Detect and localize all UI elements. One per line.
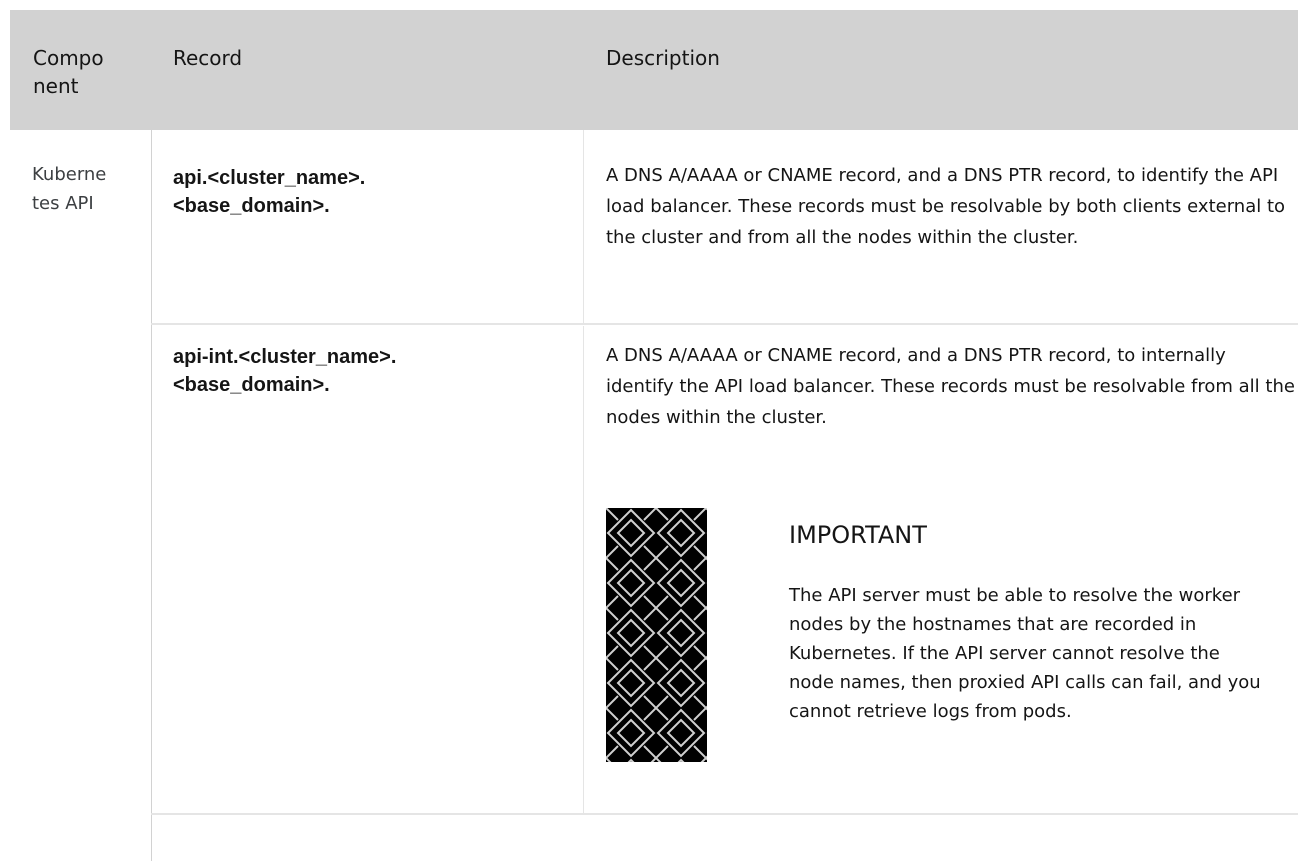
dns-records-table: Compo nent Record Description Kuberne te… — [10, 10, 1298, 861]
column-divider-component — [151, 130, 152, 861]
column-divider-record-row1 — [583, 130, 584, 323]
admonition-title: IMPORTANT — [789, 521, 927, 549]
header-description: Description — [606, 46, 720, 70]
header-component: Compo nent — [33, 46, 104, 98]
header-record: Record — [173, 46, 243, 70]
row-divider-1 — [151, 323, 1298, 325]
record-api-int: api-int.<cluster_name>. <base_domain>. — [173, 346, 397, 396]
component-kubernetes-api: Kuberne tes API — [32, 164, 107, 214]
description-api: A DNS A/AAAA or CNAME record, and a DNS … — [606, 165, 1286, 248]
important-pattern-icon — [606, 508, 707, 762]
table-header: Compo nent Record Description — [10, 10, 1298, 130]
record-api: api.<cluster_name>. <base_domain>. — [173, 167, 366, 217]
row-divider-2 — [151, 813, 1298, 815]
description-api-int: A DNS A/AAAA or CNAME record, and a DNS … — [606, 345, 1295, 428]
admonition-body: The API server must be able to resolve t… — [789, 585, 1261, 722]
column-divider-record-row2 — [583, 326, 584, 815]
